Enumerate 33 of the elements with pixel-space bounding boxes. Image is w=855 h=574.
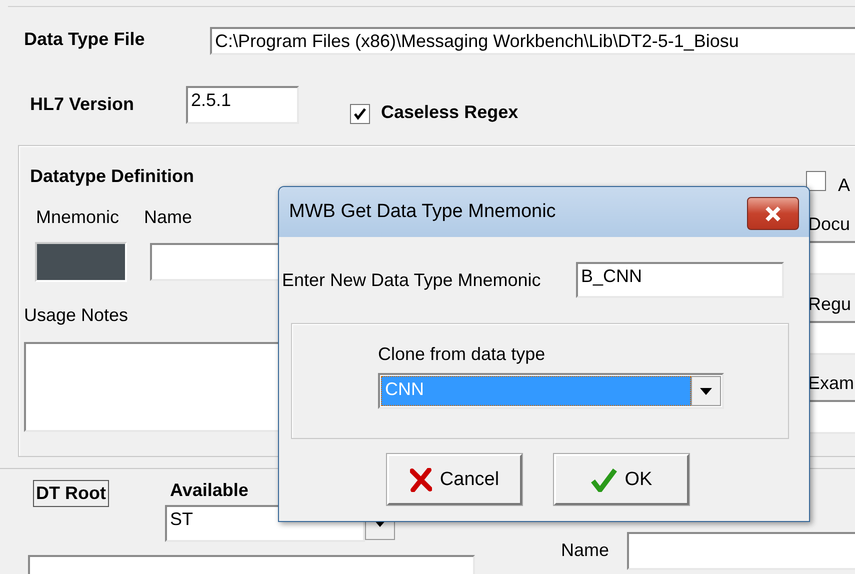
ok-button[interactable]: OK bbox=[554, 454, 689, 505]
data-type-file-field[interactable]: C:\Program Files (x86)\Messaging Workbench\Lib\DT2-5-1_Biosu bbox=[210, 27, 855, 55]
mnemonic-field[interactable] bbox=[35, 242, 127, 282]
mnemonic-field[interactable]: B_CNN bbox=[576, 262, 784, 298]
check-icon bbox=[590, 468, 617, 492]
close-button[interactable] bbox=[747, 197, 799, 230]
field-label: Clone from data type bbox=[378, 344, 546, 365]
field-label: HL7 Version bbox=[30, 94, 134, 115]
field-label: Docu bbox=[808, 214, 850, 235]
group-title: Datatype Definition bbox=[30, 166, 194, 187]
caret-icon bbox=[700, 388, 712, 394]
field-label: Name bbox=[561, 540, 610, 561]
name-field[interactable] bbox=[627, 532, 855, 570]
field-label: Exam bbox=[808, 373, 854, 394]
checkbox[interactable] bbox=[350, 104, 370, 124]
field-label: Regu bbox=[808, 294, 852, 315]
version-field[interactable]: 2.5.1 bbox=[186, 86, 299, 124]
dropdown-button[interactable] bbox=[691, 376, 721, 406]
field-label: Mnemonic bbox=[36, 207, 120, 228]
checkbox[interactable] bbox=[806, 171, 826, 191]
cross-icon bbox=[410, 468, 432, 492]
field-label: Usage Notes bbox=[24, 305, 128, 326]
selected-value: CNN bbox=[381, 376, 691, 406]
close-icon bbox=[764, 206, 782, 222]
checkbox-label: A bbox=[838, 175, 850, 196]
cancel-button[interactable]: Cancel bbox=[387, 454, 522, 505]
field-label: Enter New Data Type Mnemonic bbox=[282, 270, 541, 291]
field-label: Name bbox=[144, 207, 192, 228]
dialog-title: MWB Get Data Type Mnemonic bbox=[279, 187, 809, 237]
checkbox-label: Caseless Regex bbox=[381, 102, 518, 123]
field-label: Available bbox=[170, 480, 248, 501]
field-label: Data Type File bbox=[24, 29, 145, 50]
root-label: DT Root bbox=[33, 480, 109, 507]
